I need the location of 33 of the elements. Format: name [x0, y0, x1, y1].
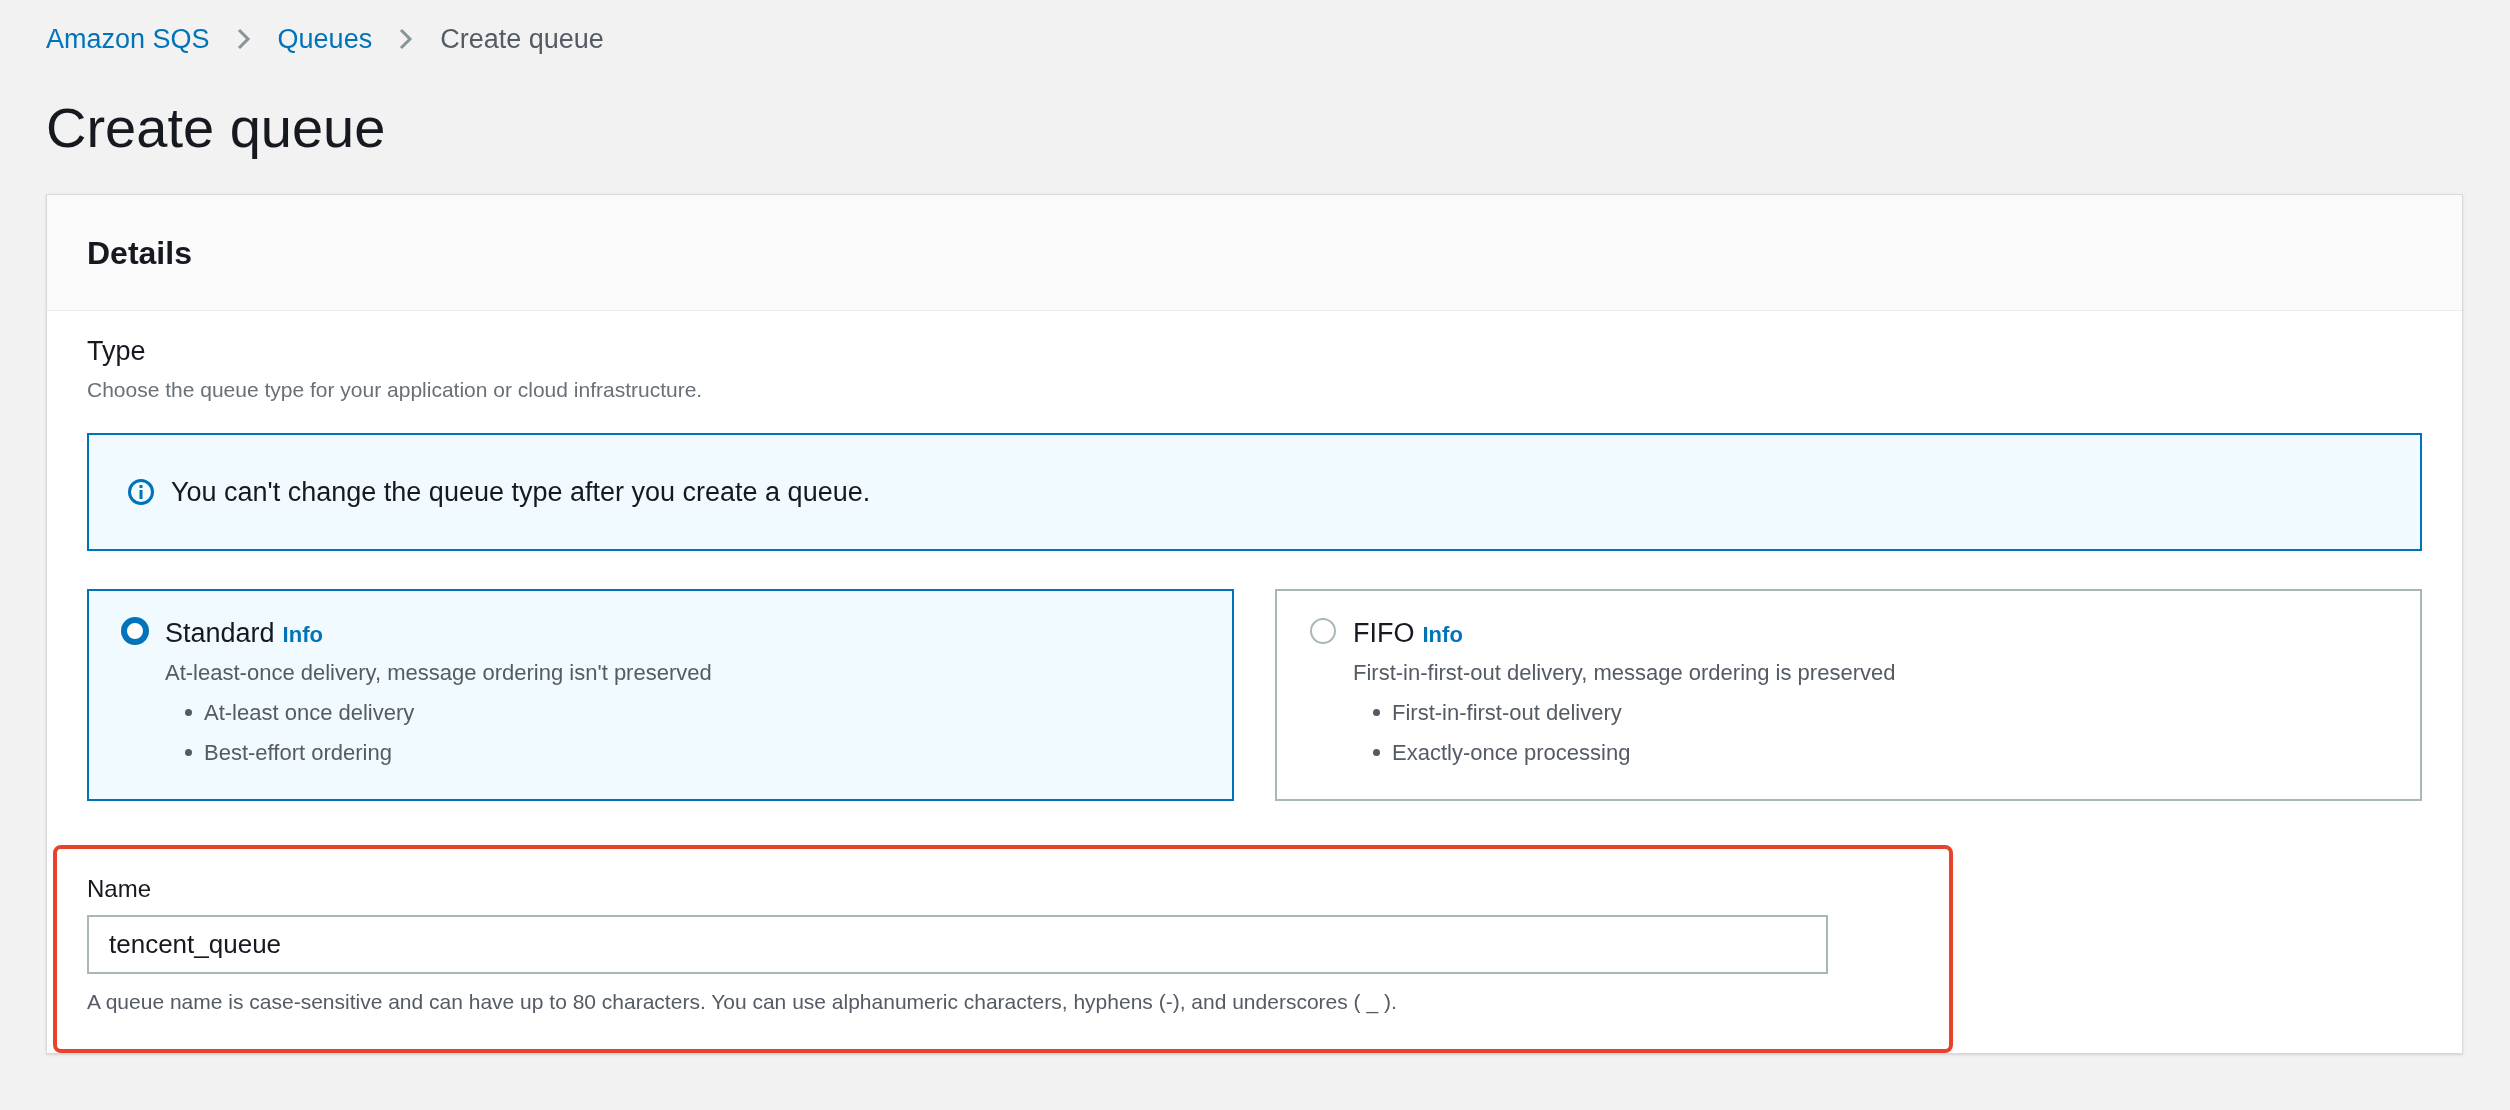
- alert-text: You can't change the queue type after you create a queue.: [171, 475, 871, 509]
- name-input[interactable]: tencent_queue: [87, 915, 1828, 974]
- option-feature: At-least once delivery: [204, 699, 415, 727]
- name-input-value[interactable]: tencent_queue: [109, 925, 1806, 964]
- info-link[interactable]: Info: [282, 618, 323, 651]
- bullet-icon: [1373, 749, 1380, 756]
- option-description: At-least-once delivery, message ordering isn't preserved: [165, 658, 712, 687]
- option-feature: First-in-first-out delivery: [1392, 699, 1622, 727]
- field-label: Name: [87, 874, 153, 904]
- bullet-icon: [185, 709, 192, 716]
- breadcrumb-link[interactable]: Queues: [277, 18, 373, 60]
- option-title: FIFO: [1353, 617, 1415, 650]
- breadcrumb-link[interactable]: Amazon SQS: [46, 18, 210, 60]
- bullet-icon: [1373, 709, 1380, 716]
- section-heading: Details: [87, 233, 192, 273]
- option-feature: Best-effort ordering: [204, 739, 392, 767]
- page-title: Create queue: [46, 96, 387, 160]
- queue-type-option[interactable]: FIFO Info First-in-first-out delivery, message ordering is preserved First-in-first-out delivery Exactly-once processing: [1275, 589, 2422, 801]
- radio-button[interactable]: [121, 617, 149, 645]
- option-title: Standard: [165, 617, 275, 650]
- field-label: Type: [87, 335, 147, 368]
- field-hint: A queue name is case-sensitive and can have up to 80 characters. You can use alphanumeric characters, hyphens (-), and underscores ( _ ).: [87, 989, 1398, 1016]
- breadcrumb-current: Create queue: [440, 22, 604, 56]
- chevron-right-icon: [235, 27, 252, 51]
- option-feature: Exactly-once processing: [1392, 739, 1631, 767]
- field-description: Choose the queue type for your application or cloud infrastructure.: [87, 376, 704, 403]
- chevron-right-icon: [398, 27, 415, 51]
- radio-button[interactable]: [1309, 617, 1337, 645]
- option-description: First-in-first-out delivery, message ordering is preserved: [1353, 658, 1896, 687]
- info-link[interactable]: Info: [1422, 618, 1463, 651]
- queue-type-option[interactable]: Standard Info At-least-once delivery, message ordering isn't preserved At-least once delivery Best-effort ordering: [87, 589, 1234, 801]
- bullet-icon: [185, 749, 192, 756]
- info-icon: [127, 478, 155, 506]
